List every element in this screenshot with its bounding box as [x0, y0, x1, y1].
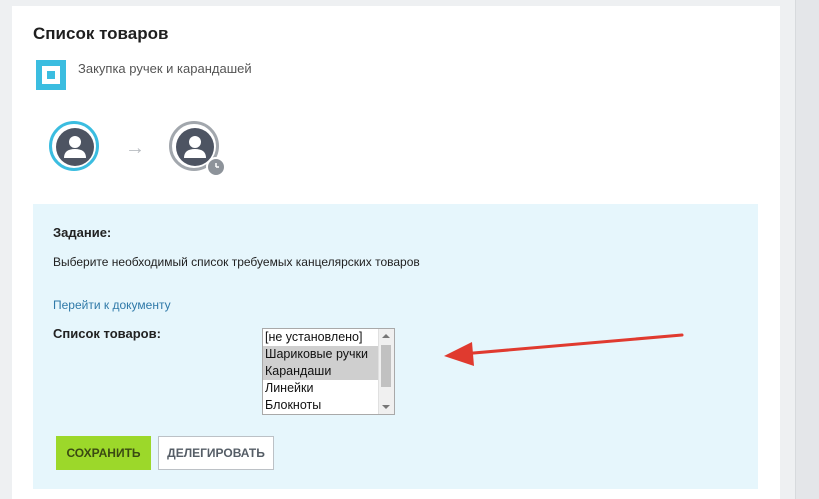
- list-option[interactable]: [не установлено]: [263, 329, 378, 346]
- clock-icon: [206, 157, 226, 177]
- user-avatar-icon: [56, 128, 94, 166]
- list-option[interactable]: Блокноты: [263, 397, 378, 414]
- scrollbar-thumb[interactable]: [381, 345, 391, 387]
- listbox-scrollbar[interactable]: [378, 329, 394, 414]
- open-document-link[interactable]: Перейти к документу: [53, 298, 171, 312]
- product-list-label: Список товаров:: [53, 326, 161, 341]
- process-square-icon: [36, 60, 66, 90]
- scroll-up-icon[interactable]: [382, 334, 390, 338]
- list-option[interactable]: Шариковые ручки: [263, 346, 378, 363]
- product-listbox[interactable]: [не установлено] Шариковые ручки Каранда…: [262, 328, 395, 415]
- task-description: Выберите необходимый список требуемых ка…: [53, 255, 420, 269]
- scroll-down-icon[interactable]: [382, 405, 390, 409]
- step-arrow-icon: →: [125, 137, 145, 159]
- page-title: Список товаров: [33, 24, 169, 43]
- delegate-button[interactable]: ДЕЛЕГИРОВАТЬ: [158, 436, 274, 470]
- process-name: Закупка ручек и карандашей: [78, 61, 252, 76]
- save-button[interactable]: СОХРАНИТЬ: [56, 436, 151, 470]
- current-user-avatar[interactable]: [49, 121, 99, 171]
- right-edge-panel: [795, 0, 819, 499]
- list-option[interactable]: Линейки: [263, 380, 378, 397]
- task-label: Задание:: [53, 225, 112, 240]
- annotation-arrow-icon: [444, 333, 684, 366]
- list-option[interactable]: Карандаши: [263, 363, 378, 380]
- task-card: Список товаров Закупка ручек и карандаше…: [12, 6, 780, 499]
